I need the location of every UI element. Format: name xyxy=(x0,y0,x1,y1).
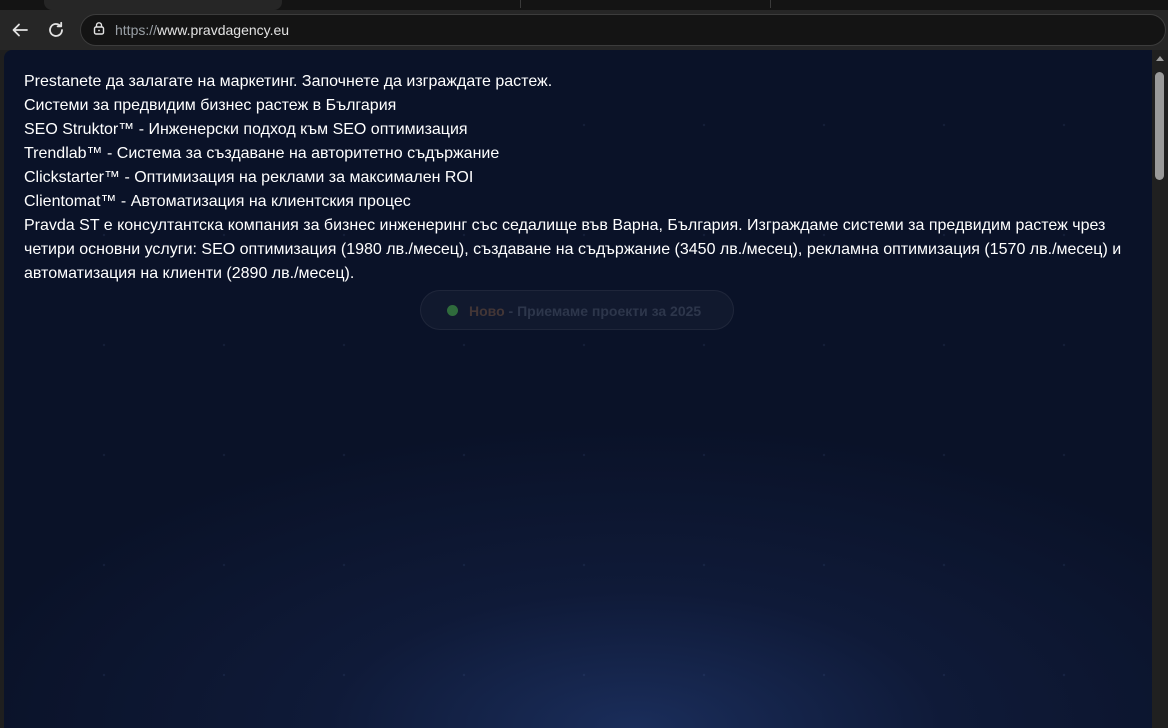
reload-icon xyxy=(47,21,65,39)
tab-strip xyxy=(0,0,1168,10)
page-viewport: Ново - Приемаме проекти за 2025 Prestane… xyxy=(4,50,1152,728)
arrow-left-icon xyxy=(11,21,29,39)
service-clickstarter: Clickstarter™ - Оптимизация на реклами з… xyxy=(24,169,474,186)
url-scheme: https:// xyxy=(115,22,158,38)
service-seo-struktor: SEO Struktor™ - Инженерски подход към SE… xyxy=(24,121,468,138)
url-host: www.pravdagency.eu xyxy=(157,22,290,38)
reload-button[interactable] xyxy=(41,15,71,45)
browser-toolbar: https://www.pravdagency.eu xyxy=(0,10,1168,50)
subheadline: Системи за предвидим бизнес растеж в Бъл… xyxy=(24,97,397,114)
tab-separator xyxy=(770,0,771,8)
status-dot-icon xyxy=(447,305,458,316)
badge-label: Ново - Приемаме проекти за 2025 xyxy=(469,303,701,319)
status-badge: Ново - Приемаме проекти за 2025 xyxy=(420,290,734,330)
scrollbar-thumb[interactable] xyxy=(1155,72,1164,180)
service-trendlab: Trendlab™ - Система за създаване на авто… xyxy=(24,145,500,162)
active-tab[interactable] xyxy=(44,0,282,10)
headline: Prestanete да залагате на маркетинг. Зап… xyxy=(24,73,553,90)
tab-separator xyxy=(520,0,521,8)
badge-new-label: Ново xyxy=(469,303,505,319)
address-bar[interactable]: https://www.pravdagency.eu xyxy=(80,14,1166,46)
scroll-up-arrow-icon[interactable] xyxy=(1156,56,1164,61)
company-description: Pravda ST е консултантска компания за би… xyxy=(24,217,1122,282)
lock-icon xyxy=(92,21,106,40)
badge-text: - Приемаме проекти за 2025 xyxy=(504,303,702,319)
browser-window: https://www.pravdagency.eu Ново - Приема… xyxy=(0,0,1168,728)
service-clientomat: Clientomat™ - Автоматизация на клиентски… xyxy=(24,193,411,210)
site-info-button[interactable] xyxy=(89,20,109,40)
back-button[interactable] xyxy=(5,15,35,45)
page-text-content: Prestanete да залагате на маркетинг. Зап… xyxy=(24,70,1124,286)
url-text: https://www.pravdagency.eu xyxy=(115,22,289,38)
vertical-scrollbar[interactable] xyxy=(1152,50,1168,728)
